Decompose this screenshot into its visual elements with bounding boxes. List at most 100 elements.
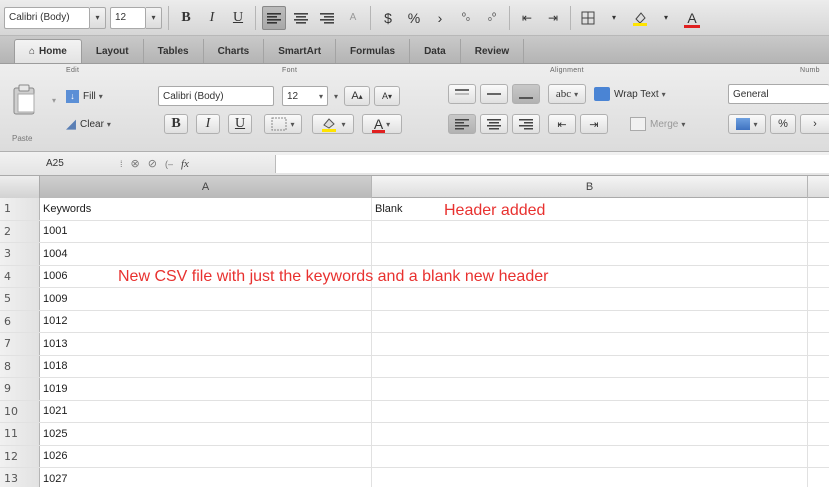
tab-smartart[interactable]: SmartArt <box>264 39 337 63</box>
ribbon-percent-button[interactable]: % <box>770 114 796 134</box>
row-header[interactable]: 2 <box>0 220 40 242</box>
formula-input[interactable] <box>275 155 829 173</box>
align-top-button[interactable] <box>448 84 476 104</box>
cell-b[interactable] <box>372 378 808 400</box>
cell-a[interactable]: 1004 <box>40 243 372 265</box>
formula-dropdown-icon[interactable]: (– <box>165 159 173 169</box>
cell-a[interactable]: 1019 <box>40 378 372 400</box>
column-header-b[interactable]: B <box>372 176 808 198</box>
ribbon-italic-button[interactable]: I <box>196 114 220 134</box>
cell-a[interactable]: 1026 <box>40 445 372 467</box>
cell-a[interactable]: 1018 <box>40 355 372 377</box>
row-header[interactable]: 6 <box>0 310 40 332</box>
cell-b[interactable] <box>372 355 808 377</box>
comma-style-button[interactable]: › <box>429 6 451 30</box>
ribbon-borders-button[interactable]: ▾ <box>264 114 302 134</box>
row-header[interactable]: 5 <box>0 288 40 310</box>
increase-indent-icon[interactable]: ⇥ <box>542 6 564 30</box>
font-size-dropdown[interactable]: 12 <box>110 6 146 29</box>
tab-tables[interactable]: Tables <box>144 39 204 63</box>
row-header[interactable]: 11 <box>0 423 40 445</box>
tab-review[interactable]: Review <box>461 39 525 63</box>
row-header[interactable]: 12 <box>0 445 40 467</box>
tab-data[interactable]: Data <box>410 39 461 63</box>
chevron-down-icon[interactable]: ▾ <box>603 6 625 30</box>
name-box[interactable]: A25 <box>32 155 120 173</box>
cell-b[interactable] <box>372 243 808 265</box>
name-box-chevron-icon[interactable]: ⁞ <box>120 159 123 169</box>
tab-charts[interactable]: Charts <box>204 39 265 63</box>
merge-icon[interactable]: A <box>342 6 364 30</box>
align-left-button[interactable] <box>262 5 286 30</box>
shrink-font-button[interactable]: A ▾ <box>374 86 400 106</box>
cancel-icon[interactable]: ⊗ <box>131 157 140 170</box>
cell-a[interactable]: 1001 <box>40 220 372 242</box>
row-header[interactable]: 4 <box>0 265 40 287</box>
row-header[interactable]: 7 <box>0 333 40 355</box>
merge-button[interactable]: Merge ▾ <box>630 114 685 134</box>
select-all-corner[interactable] <box>0 176 40 198</box>
cell-a[interactable]: 1009 <box>40 288 372 310</box>
row-header[interactable]: 13 <box>0 468 40 487</box>
comma-style-button[interactable]: › <box>800 114 829 134</box>
cell-b[interactable] <box>372 400 808 422</box>
increase-indent-button[interactable]: ⇥ <box>580 114 608 134</box>
wrap-text-button[interactable]: Wrap Text ▾ <box>594 84 666 104</box>
cell-a[interactable]: 1012 <box>40 310 372 332</box>
ribbon-bold-button[interactable]: B <box>164 114 188 134</box>
ribbon-align-right-button[interactable] <box>512 114 540 134</box>
decrease-decimal-icon[interactable]: ₀⁰ <box>481 6 503 30</box>
chevron-down-icon[interactable]: ▾ <box>146 6 162 29</box>
font-color-icon[interactable]: A <box>681 6 703 30</box>
confirm-icon[interactable]: ⊘ <box>148 157 157 170</box>
underline-button[interactable]: U <box>227 6 249 30</box>
cell-b[interactable] <box>372 445 808 467</box>
cell-b[interactable] <box>372 333 808 355</box>
row-header[interactable]: 8 <box>0 355 40 377</box>
cell-b[interactable] <box>372 468 808 487</box>
cell-b[interactable] <box>372 220 808 242</box>
orientation-button[interactable]: abc ▾ <box>548 84 586 104</box>
number-format-dropdown[interactable]: General <box>728 84 829 104</box>
clear-button[interactable]: ◢ Clear ▾ <box>66 114 111 134</box>
chevron-down-icon[interactable]: ▾ <box>334 86 338 106</box>
cell-b[interactable] <box>372 288 808 310</box>
increase-decimal-icon[interactable]: ⁰₀ <box>455 6 477 30</box>
align-middle-button[interactable] <box>480 84 508 104</box>
cell-a[interactable]: Keywords <box>40 198 372 220</box>
tab-layout[interactable]: Layout <box>82 39 144 63</box>
row-header[interactable]: 3 <box>0 243 40 265</box>
row-header[interactable]: 10 <box>0 400 40 422</box>
borders-icon[interactable] <box>577 6 599 30</box>
cell-a[interactable]: 1021 <box>40 400 372 422</box>
italic-button[interactable]: I <box>201 6 223 30</box>
tab-formulas[interactable]: Formulas <box>336 39 411 63</box>
chevron-down-icon[interactable]: ▾ <box>52 90 56 110</box>
cell-b[interactable]: Blank <box>372 198 808 220</box>
row-header[interactable]: 9 <box>0 378 40 400</box>
chevron-down-icon[interactable]: ▾ <box>90 6 106 29</box>
ribbon-align-center-button[interactable] <box>480 114 508 134</box>
percent-button[interactable]: % <box>403 6 425 30</box>
cell-b[interactable] <box>372 310 808 332</box>
ribbon-font-name-dropdown[interactable]: Calibri (Body) <box>158 86 274 106</box>
ribbon-font-color-button[interactable]: A ▾ <box>362 114 402 134</box>
number-style-button[interactable]: ▾ <box>728 114 766 134</box>
cell-a[interactable]: 1025 <box>40 423 372 445</box>
grow-font-button[interactable]: A ▴ <box>344 86 370 106</box>
column-header-a[interactable]: A <box>40 176 372 198</box>
align-center-button[interactable] <box>290 6 312 30</box>
bold-button[interactable]: B <box>175 6 197 30</box>
cell-a[interactable]: 1027 <box>40 468 372 487</box>
cell-b[interactable] <box>372 423 808 445</box>
ribbon-underline-button[interactable]: U <box>228 114 252 134</box>
align-right-button[interactable] <box>316 6 338 30</box>
row-header[interactable]: 1 <box>0 198 40 220</box>
decrease-indent-button[interactable]: ⇤ <box>548 114 576 134</box>
ribbon-fill-color-button[interactable]: ▾ <box>312 114 354 134</box>
decrease-indent-icon[interactable]: ⇤ <box>516 6 538 30</box>
fx-icon[interactable]: fx <box>181 158 189 170</box>
fill-button[interactable]: ↓ Fill ▾ <box>66 86 103 106</box>
tab-home[interactable]: ⌂ Home <box>14 39 82 63</box>
paste-button[interactable]: Paste <box>8 78 42 148</box>
